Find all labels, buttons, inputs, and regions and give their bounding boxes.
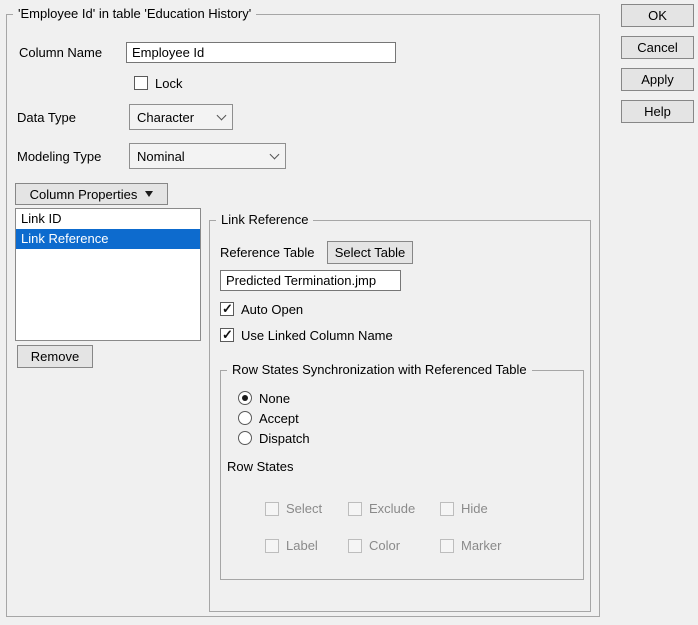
- data-type-row: Data Type Character: [17, 104, 233, 130]
- sync-dispatch-radio[interactable]: [238, 431, 252, 445]
- state-color-cell: Color: [348, 538, 400, 553]
- dialog-title: 'Employee Id' in table 'Education Histor…: [13, 6, 256, 22]
- sync-accept-label: Accept: [259, 411, 299, 426]
- dropdown-arrow-icon: [145, 191, 153, 197]
- use-linked-column-name-checkbox[interactable]: ✓: [220, 328, 234, 342]
- column-properties-label: Column Properties: [30, 187, 138, 202]
- sync-accept-row: Accept: [238, 410, 299, 426]
- check-icon: ✓: [222, 301, 233, 317]
- data-type-select[interactable]: Character: [129, 104, 233, 130]
- color-state-label: Color: [369, 538, 400, 553]
- modeling-type-label: Modeling Type: [17, 149, 129, 164]
- remove-button[interactable]: Remove: [17, 345, 93, 368]
- ok-button[interactable]: OK: [621, 4, 694, 27]
- color-state-checkbox: [348, 539, 362, 553]
- chevron-down-icon: [270, 150, 280, 160]
- exclude-state-checkbox: [348, 502, 362, 516]
- chevron-down-icon: [217, 111, 227, 121]
- dialog-group: 'Employee Id' in table 'Education Histor…: [6, 14, 600, 617]
- marker-state-checkbox: [440, 539, 454, 553]
- list-item-link-reference[interactable]: Link Reference: [16, 229, 200, 249]
- select-state-label: Select: [286, 501, 322, 516]
- reference-table-input[interactable]: [220, 270, 401, 291]
- use-linked-column-name-label: Use Linked Column Name: [241, 328, 393, 343]
- state-marker-cell: Marker: [440, 538, 501, 553]
- column-name-row: Column Name: [19, 41, 396, 63]
- marker-state-label: Marker: [461, 538, 501, 553]
- select-state-checkbox: [265, 502, 279, 516]
- auto-open-checkbox[interactable]: ✓: [220, 302, 234, 316]
- hide-state-checkbox: [440, 502, 454, 516]
- reference-table-row: Reference Table Select Table: [220, 241, 413, 264]
- sync-none-label: None: [259, 391, 290, 406]
- row-states-sync-group: Row States Synchronization with Referenc…: [220, 370, 584, 580]
- lock-checkbox[interactable]: [134, 76, 148, 90]
- state-exclude-cell: Exclude: [348, 501, 415, 516]
- auto-open-label: Auto Open: [241, 302, 303, 317]
- column-name-label: Column Name: [19, 45, 126, 60]
- help-button[interactable]: Help: [621, 100, 694, 123]
- lock-label: Lock: [155, 76, 182, 91]
- check-icon: ✓: [222, 327, 233, 343]
- link-reference-group: Link Reference Reference Table Select Ta…: [209, 220, 591, 612]
- lock-row: Lock: [134, 75, 182, 91]
- select-table-button[interactable]: Select Table: [327, 241, 413, 264]
- state-hide-cell: Hide: [440, 501, 488, 516]
- column-properties-button[interactable]: Column Properties: [15, 183, 168, 205]
- label-state-checkbox: [265, 539, 279, 553]
- row-states-label: Row States: [227, 459, 293, 474]
- state-label-cell: Label: [265, 538, 318, 553]
- auto-open-row: ✓ Auto Open: [220, 301, 303, 317]
- state-select-cell: Select: [265, 501, 322, 516]
- link-reference-legend: Link Reference: [216, 212, 313, 228]
- reference-table-label: Reference Table: [220, 245, 327, 260]
- sync-none-row: None: [238, 390, 290, 406]
- sync-dispatch-label: Dispatch: [259, 431, 310, 446]
- modeling-type-select[interactable]: Nominal: [129, 143, 286, 169]
- modeling-type-row: Modeling Type Nominal: [17, 143, 286, 169]
- column-properties-list[interactable]: Link ID Link Reference: [15, 208, 201, 341]
- row-states-sync-legend: Row States Synchronization with Referenc…: [227, 362, 532, 378]
- cancel-button[interactable]: Cancel: [621, 36, 694, 59]
- apply-button[interactable]: Apply: [621, 68, 694, 91]
- column-name-input[interactable]: [126, 42, 396, 63]
- label-state-label: Label: [286, 538, 318, 553]
- data-type-value: Character: [137, 110, 208, 125]
- sync-dispatch-row: Dispatch: [238, 430, 310, 446]
- use-linked-column-name-row: ✓ Use Linked Column Name: [220, 327, 393, 343]
- sync-none-radio[interactable]: [238, 391, 252, 405]
- sync-accept-radio[interactable]: [238, 411, 252, 425]
- list-item-link-id[interactable]: Link ID: [16, 209, 200, 229]
- modeling-type-value: Nominal: [137, 149, 261, 164]
- hide-state-label: Hide: [461, 501, 488, 516]
- exclude-state-label: Exclude: [369, 501, 415, 516]
- data-type-label: Data Type: [17, 110, 129, 125]
